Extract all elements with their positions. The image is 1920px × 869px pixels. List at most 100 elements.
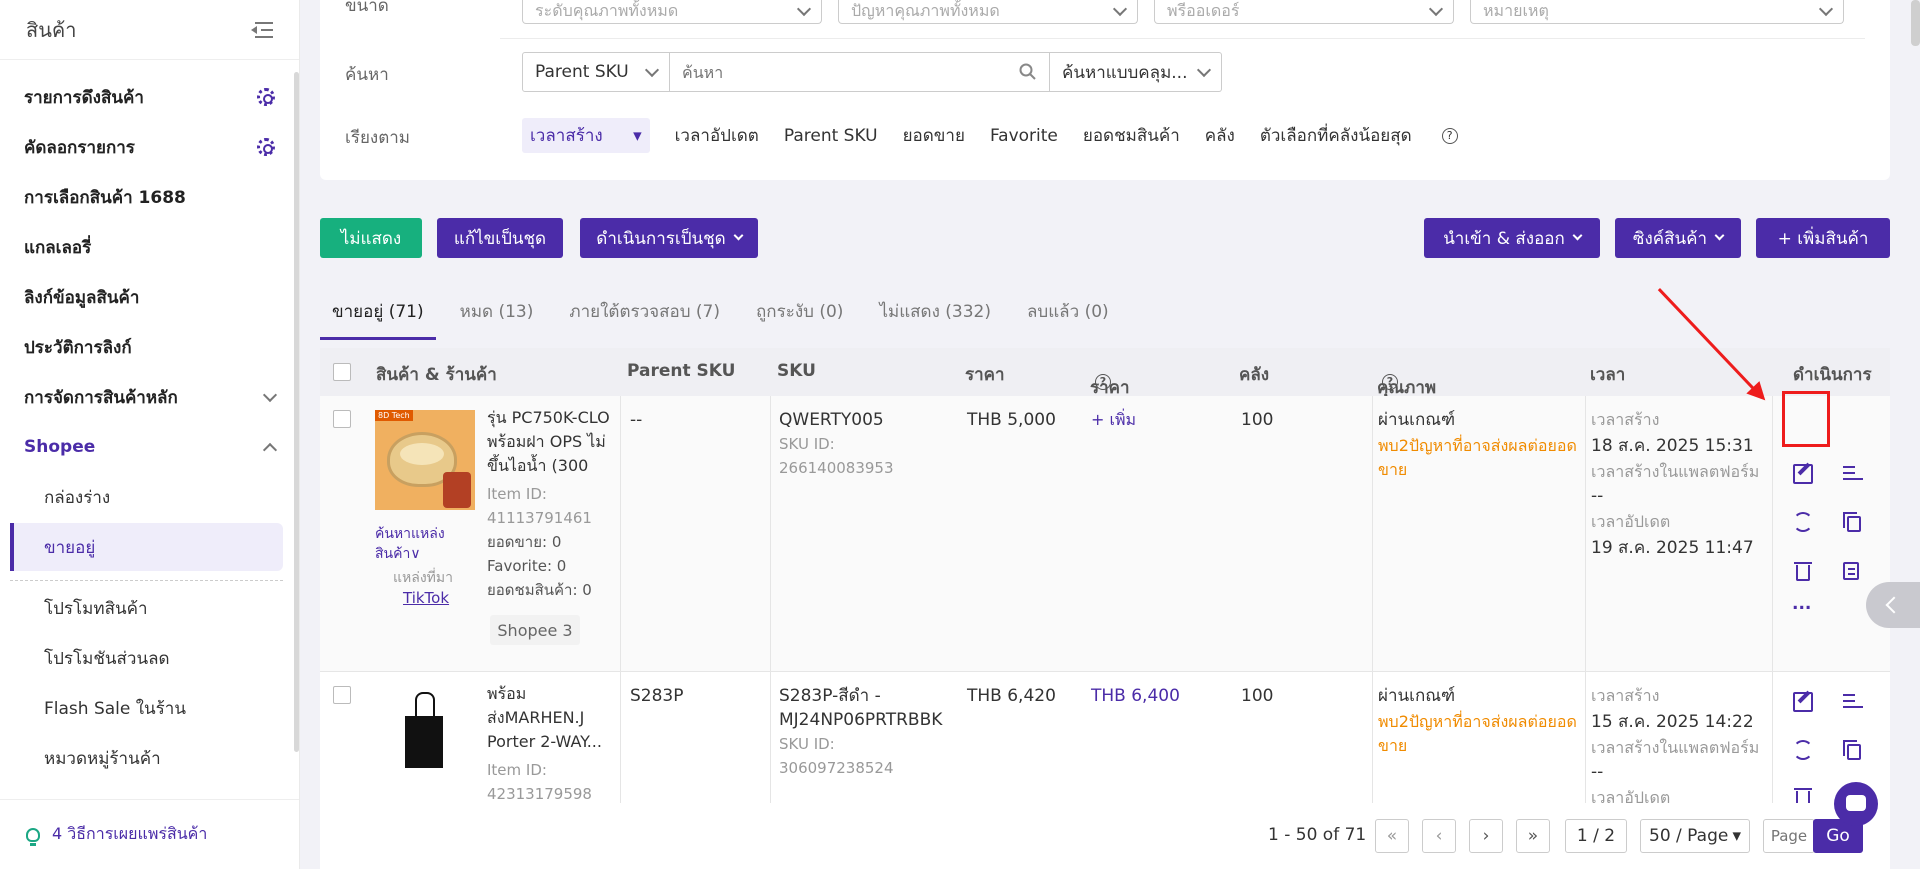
hide-button[interactable]: ไม่แสดง bbox=[320, 218, 422, 258]
sidebar-item-label: โปรโมทสินค้า bbox=[44, 598, 148, 619]
search-label: ค้นหา bbox=[345, 65, 389, 85]
select-all-checkbox[interactable] bbox=[333, 363, 351, 381]
tab-sold-out[interactable]: หมด (13) bbox=[448, 290, 546, 340]
sidebar-item-master-products[interactable]: การจัดการสินค้าหลัก bbox=[24, 377, 278, 417]
sidebar: สินค้า รายการดึงสินค้า คัดลอกรายการ การเ… bbox=[0, 0, 300, 869]
last-page-button[interactable]: » bbox=[1516, 819, 1550, 853]
page-scrollbar[interactable] bbox=[1911, 0, 1920, 46]
next-page-button[interactable]: › bbox=[1469, 819, 1503, 853]
sidebar-item-gallery[interactable]: แกลเลอรี่ bbox=[24, 227, 275, 267]
special-price[interactable]: THB 6,400 bbox=[1091, 684, 1180, 708]
tab-suspended[interactable]: ถูกระงับ (0) bbox=[744, 290, 855, 340]
sidebar-scrollbar[interactable] bbox=[294, 72, 299, 752]
add-special-price-link[interactable]: + เพิ่ม bbox=[1091, 408, 1136, 432]
search-mode-select[interactable]: ค้นหาแบบคลุม... bbox=[1050, 52, 1222, 92]
search-input[interactable] bbox=[682, 62, 982, 82]
sort-views[interactable]: ยอดชมสินค้า bbox=[1083, 122, 1180, 149]
sort-lowest-stock-variant[interactable]: ตัวเลือกที่คลังน้อยสุด? bbox=[1260, 122, 1483, 149]
tab-reviewing[interactable]: ภายใต้ตรวจสอบ (7) bbox=[557, 290, 732, 340]
batch-edit-button[interactable]: แก้ไขเป็นชุด bbox=[437, 218, 563, 258]
gear-icon[interactable] bbox=[257, 88, 275, 106]
find-source-link[interactable]: ค้นหาแหล่งสินค้า∨ bbox=[375, 524, 455, 564]
edit-icon[interactable] bbox=[1793, 692, 1813, 712]
trash-icon[interactable] bbox=[1794, 788, 1812, 803]
sidebar-item-copy-list[interactable]: คัดลอกรายการ bbox=[24, 127, 275, 167]
quality-level-select[interactable]: ระดับคุณภาพทั้งหมด bbox=[522, 0, 822, 24]
tab-live[interactable]: ขายอยู่ (71) bbox=[320, 290, 436, 340]
product-thumbnail[interactable]: 8D Tech bbox=[375, 410, 475, 510]
sidebar-item-1688[interactable]: การเลือกสินค้า 1688 bbox=[24, 177, 275, 217]
note-icon[interactable] bbox=[1843, 562, 1859, 580]
product-name[interactable]: พร้อมส่งMARHEN.J Porter 2-WAY... bbox=[487, 682, 617, 754]
help-icon[interactable]: ? bbox=[1095, 374, 1111, 390]
gear-icon[interactable] bbox=[257, 138, 275, 156]
sync-icon[interactable] bbox=[1793, 512, 1813, 532]
tab-count: (0) bbox=[819, 302, 844, 322]
collapse-sidebar-icon[interactable] bbox=[251, 21, 273, 39]
sidebar-item-label: ลิงก์ข้อมูลสินค้า bbox=[24, 287, 140, 308]
copy-icon[interactable] bbox=[1843, 512, 1861, 532]
sync-products-button[interactable]: ซิงค์สินค้า bbox=[1615, 218, 1741, 258]
quality-warning-link[interactable]: พบ2ปัญหาที่อาจส่งผลต่อยอดขาย bbox=[1378, 710, 1578, 758]
product-thumbnail[interactable] bbox=[395, 686, 455, 776]
sidebar-sub-categories[interactable]: หมวดหมู่ร้านค้า bbox=[10, 734, 283, 782]
sidebar-item-link-history[interactable]: ประวัติการลิงก์ bbox=[24, 327, 275, 367]
collapse-panel-tab[interactable] bbox=[1866, 582, 1920, 628]
divider bbox=[1372, 396, 1373, 671]
per-page-select[interactable]: 50 / Page ▾ bbox=[1640, 819, 1750, 853]
sidebar-sub-promote[interactable]: โปรโมทสินค้า bbox=[10, 584, 283, 632]
chat-icon[interactable] bbox=[1834, 782, 1878, 826]
help-icon[interactable]: ? bbox=[1382, 374, 1398, 390]
sync-icon[interactable] bbox=[1793, 740, 1813, 760]
page-input[interactable] bbox=[1763, 819, 1815, 853]
sort-favorite[interactable]: Favorite bbox=[990, 126, 1058, 146]
quality-issue-select[interactable]: ปัญหาคุณภาพทั้งหมด bbox=[838, 0, 1138, 24]
add-product-button[interactable]: + เพิ่มสินค้า bbox=[1756, 218, 1890, 258]
sidebar-sub-discount[interactable]: โปรโมชันส่วนลด bbox=[10, 634, 283, 682]
prev-page-button[interactable]: ‹ bbox=[1422, 819, 1456, 853]
sidebar-item-product-link[interactable]: ลิงก์ข้อมูลสินค้า bbox=[24, 277, 275, 317]
header-time: เวลา bbox=[1590, 365, 1626, 385]
sidebar-sub-drafts[interactable]: กล่องร่าง bbox=[10, 473, 283, 521]
divider bbox=[1585, 672, 1586, 803]
status-tabs: ขายอยู่ (71) หมด (13) ภายใต้ตรวจสอบ (7) … bbox=[320, 290, 1133, 340]
tab-hidden[interactable]: ไม่แสดง (332) bbox=[867, 290, 1003, 340]
batch-action-button[interactable]: ดำเนินการเป็นชุด bbox=[580, 218, 758, 258]
sku-value: S283P-สีดำ - MJ24NP06PRTRBBK bbox=[779, 686, 943, 730]
sort-created[interactable]: เวลาสร้าง ▾ bbox=[522, 118, 650, 153]
figure-image bbox=[443, 472, 471, 508]
copy-icon[interactable] bbox=[1843, 740, 1861, 760]
list-sort-icon[interactable] bbox=[1843, 464, 1863, 484]
first-page-button[interactable]: « bbox=[1375, 819, 1409, 853]
search-icon[interactable] bbox=[1019, 63, 1037, 81]
sidebar-item-shopee[interactable]: Shopee bbox=[24, 427, 278, 467]
select-value: Parent SKU bbox=[535, 62, 629, 82]
tab-deleted[interactable]: ลบแล้ว (0) bbox=[1015, 290, 1121, 340]
sidebar-item-pull-list[interactable]: รายการดึงสินค้า bbox=[24, 77, 275, 117]
import-export-button[interactable]: นำเข้า & ส่งออก bbox=[1424, 218, 1600, 258]
page-indicator[interactable]: 1 / 2 bbox=[1565, 819, 1627, 853]
caret-down-icon: ▾ bbox=[1732, 826, 1741, 846]
row-checkbox[interactable] bbox=[333, 410, 351, 428]
sidebar-sub-flash-sale[interactable]: Flash Sale ในร้าน bbox=[10, 684, 283, 732]
sort-updated[interactable]: เวลาอัปเดต bbox=[675, 122, 759, 149]
search-field-select[interactable]: Parent SKU bbox=[522, 52, 670, 92]
quality-warning-link[interactable]: พบ2ปัญหาที่อาจส่งผลต่อยอดขาย bbox=[1378, 434, 1578, 482]
edit-icon[interactable] bbox=[1793, 464, 1813, 484]
sort-parent-sku[interactable]: Parent SKU bbox=[784, 126, 878, 146]
sidebar-sub-live[interactable]: ขายอยู่ bbox=[10, 523, 283, 571]
more-icon[interactable]: ... bbox=[1792, 592, 1811, 616]
preorder-select[interactable]: พรีออเดอร์ bbox=[1154, 0, 1454, 24]
row-checkbox[interactable] bbox=[333, 686, 351, 704]
note-select[interactable]: หมายเหตุ bbox=[1470, 0, 1844, 24]
source-tiktok-link[interactable]: TikTok bbox=[403, 586, 449, 610]
help-icon[interactable]: ? bbox=[1441, 128, 1458, 144]
sku-id-value: 266140083953 bbox=[779, 459, 894, 477]
button-label: นำเข้า & ส่งออก bbox=[1443, 228, 1565, 249]
publish-tips-link[interactable]: 4 วิธีการเผยแพร่สินค้า bbox=[0, 799, 299, 869]
sort-stock[interactable]: คลัง bbox=[1205, 122, 1235, 149]
trash-icon[interactable] bbox=[1794, 562, 1812, 581]
sort-sales[interactable]: ยอดขาย bbox=[903, 122, 965, 149]
product-name[interactable]: รุ่น PC750K-CLO พร้อมฝา OPS ไม่ขึ้นไอน้ำ… bbox=[487, 406, 617, 478]
list-sort-icon[interactable] bbox=[1843, 692, 1863, 712]
